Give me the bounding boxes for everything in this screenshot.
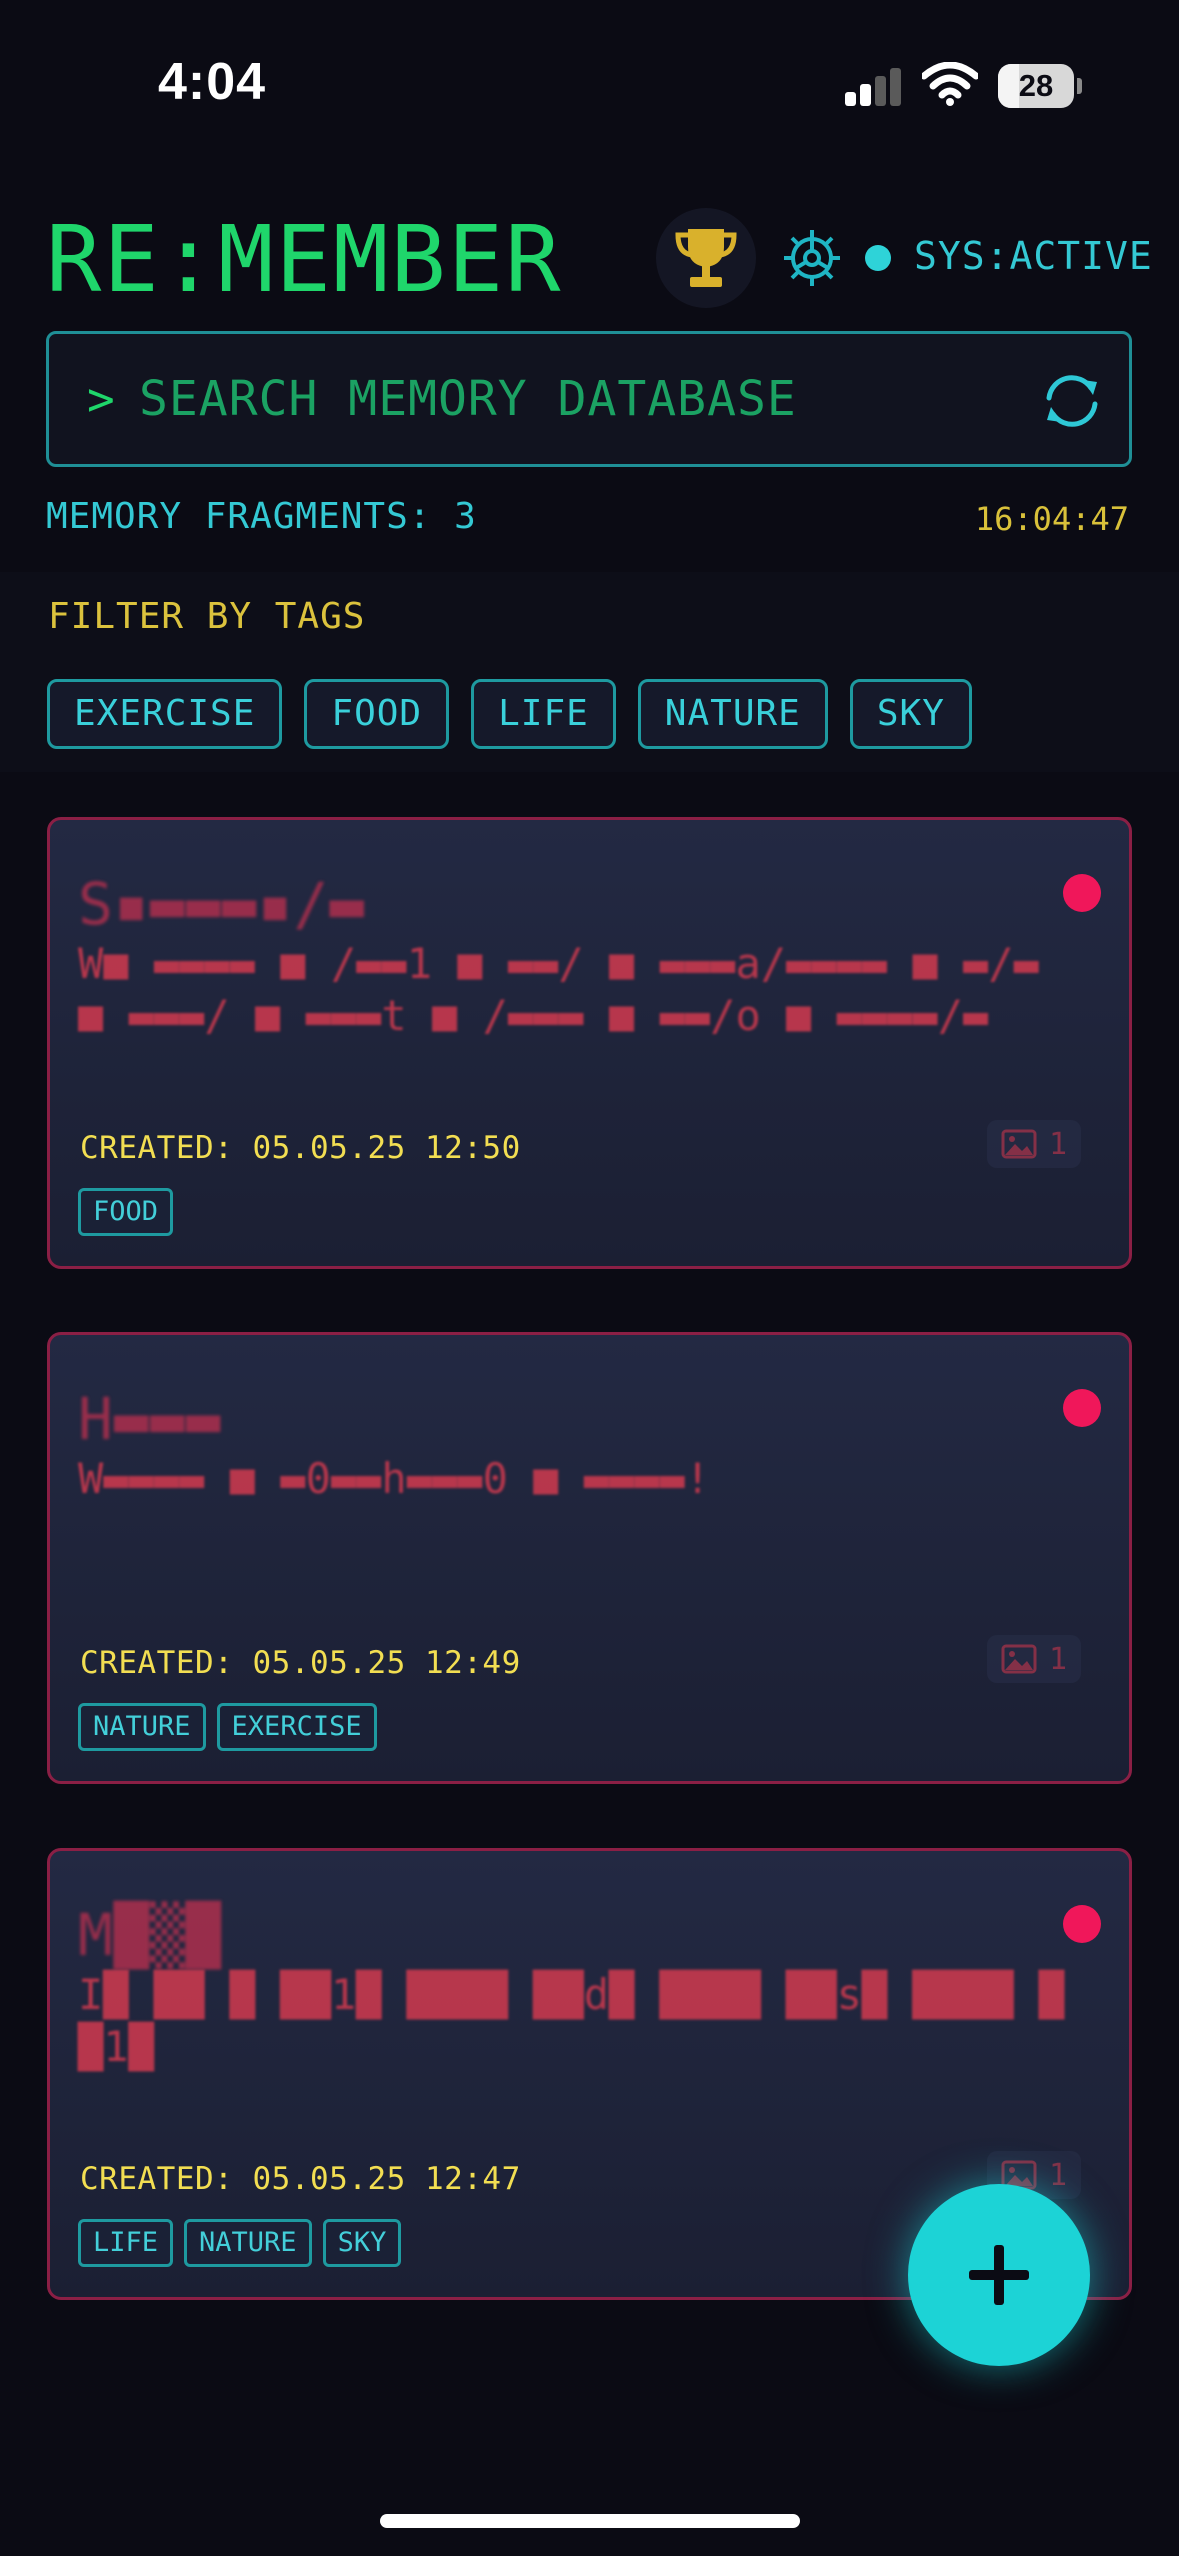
memory-created: CREATED: 05.05.25 12:47 [80, 2161, 521, 2197]
memory-tag[interactable]: EXERCISE [216, 1703, 377, 1751]
add-memory-button[interactable] [908, 2184, 1090, 2366]
image-count: 1 [1048, 1126, 1067, 1162]
filter-tag-sky[interactable]: SKY [849, 679, 972, 749]
memory-tag[interactable]: NATURE [184, 2219, 312, 2267]
search-prompt: > [87, 372, 115, 426]
image-icon [1001, 1129, 1037, 1159]
system-status-label: SYS:ACTIVE [914, 234, 1153, 278]
battery-icon: 28 [998, 64, 1082, 108]
home-indicator[interactable] [380, 2514, 800, 2528]
battery-percent: 28 [1018, 68, 1054, 103]
alert-dot-icon [1063, 1389, 1101, 1427]
status-time: 4:04 [158, 53, 267, 111]
trophy-icon [675, 229, 737, 287]
memory-fragments-count: MEMORY FRAGMENTS: 3 [46, 496, 477, 537]
filter-tag-food[interactable]: FOOD [304, 679, 450, 749]
memory-created: CREATED: 05.05.25 12:50 [80, 1130, 521, 1166]
filter-label: FILTER BY TAGS [48, 596, 366, 637]
memory-body: W■ ▬▬▬▬ ■ /▬▬1 ■ ▬▬/ ■ ▬▬▬a/▬▬▬▬ ■ ▬/▬ ■… [78, 939, 1039, 1040]
memory-body: W▬▬▬▬ ■ ▬0▬▬h▬▬▬0 ■ ▬▬▬▬! [78, 1454, 711, 1503]
gear-icon[interactable] [782, 228, 842, 288]
memory-title: S▪▬▬▬▪/▬ [78, 870, 366, 938]
memory-tag[interactable]: SKY [322, 2219, 402, 2267]
plus-icon [969, 2245, 1029, 2305]
search-box[interactable]: > [46, 331, 1132, 467]
achievements-button[interactable] [656, 208, 756, 308]
memory-card[interactable]: S▪▬▬▬▪/▬ W■ ▬▬▬▬ ■ /▬▬1 ■ ▬▬/ ■ ▬▬▬a/▬▬▬… [47, 817, 1132, 1269]
image-count-badge[interactable]: 1 [986, 1635, 1081, 1683]
memory-tag[interactable]: FOOD [78, 1188, 174, 1236]
status-bar: 4:04 28 [0, 0, 1179, 150]
image-count-badge[interactable]: 1 [986, 1120, 1081, 1168]
app-title: RE:MEMBER [46, 206, 563, 313]
filter-tag-nature[interactable]: NATURE [637, 679, 828, 749]
alert-dot-icon [1063, 874, 1101, 912]
alert-dot-icon [1063, 1905, 1101, 1943]
image-count: 1 [1048, 2157, 1067, 2193]
refresh-icon[interactable] [1039, 368, 1105, 434]
memory-body: I█ ██ █ ██1█ ████ ██d█ ████ ██s█ ████ ██… [78, 1970, 1065, 2071]
wifi-icon [922, 62, 978, 106]
memory-title: H▬▬▬ [78, 1385, 222, 1453]
filter-tag-life[interactable]: LIFE [471, 679, 616, 749]
image-count: 1 [1048, 1641, 1067, 1677]
filter-tags: EXERCISE FOOD LIFE NATURE SKY [47, 679, 972, 749]
search-input[interactable] [139, 364, 999, 434]
memory-tags: LIFE NATURE SKY [78, 2219, 402, 2267]
memory-created: CREATED: 05.05.25 12:49 [80, 1645, 521, 1681]
image-icon [1001, 1644, 1037, 1674]
memory-tag[interactable]: LIFE [78, 2219, 174, 2267]
memory-title: M█▒█ [78, 1901, 222, 1969]
memory-tags: NATURE EXERCISE [78, 1703, 377, 1751]
status-dot-icon [865, 245, 891, 271]
memory-tag[interactable]: NATURE [78, 1703, 206, 1751]
cellular-signal-icon [845, 66, 905, 106]
system-clock: 16:04:47 [974, 500, 1129, 538]
memory-card[interactable]: H▬▬▬ W▬▬▬▬ ■ ▬0▬▬h▬▬▬0 ■ ▬▬▬▬! CREATED: … [47, 1332, 1132, 1784]
memory-tags: FOOD [78, 1188, 174, 1236]
filter-tag-exercise[interactable]: EXERCISE [47, 679, 283, 749]
